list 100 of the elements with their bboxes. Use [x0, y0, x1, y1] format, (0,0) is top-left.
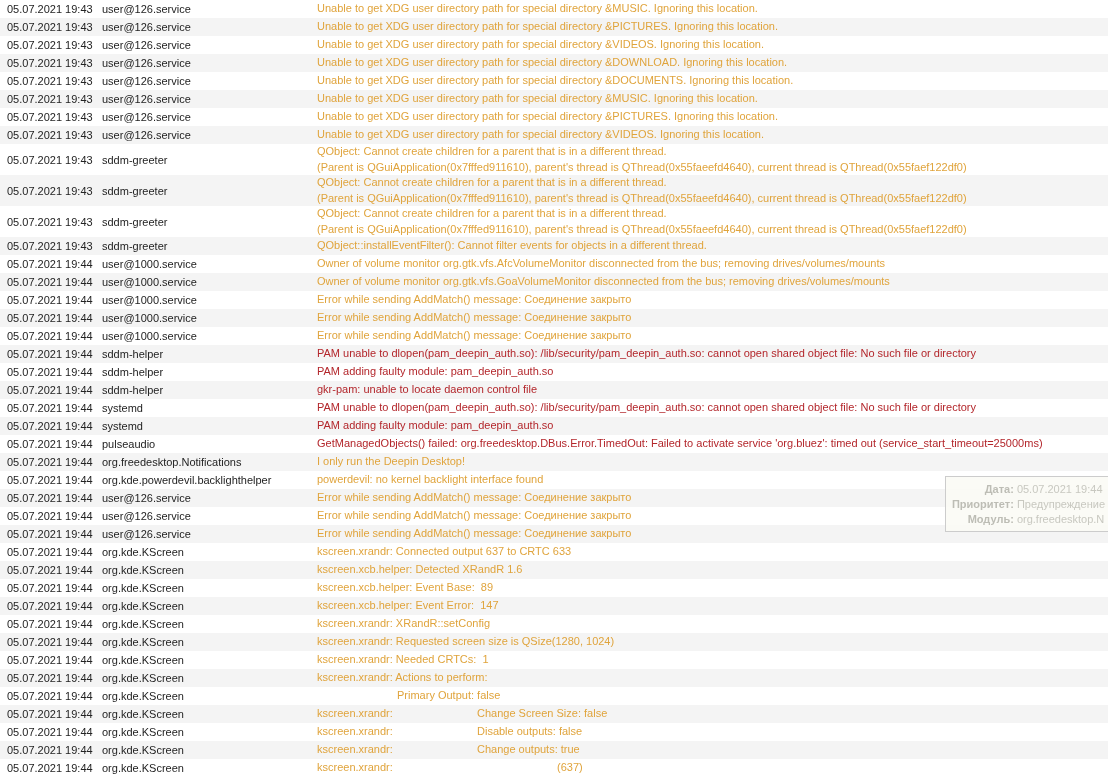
- log-message: kscreen.xrandr: Actions to perform:: [317, 670, 488, 686]
- tooltip-label: Модуль:: [966, 513, 1014, 525]
- log-message: I only run the Deepin Desktop!: [317, 454, 465, 470]
- log-source: sddm-greeter: [102, 184, 169, 197]
- log-message: kscreen.xrandr: XRandR::setConfig: [317, 616, 491, 632]
- log-message: Unable to get XDG user directory path for special directory &DOWNLOAD. Ignoring this location.: [317, 55, 788, 71]
- log-source: sddm-helper: [102, 384, 165, 396]
- log-source: sddm-greeter: [102, 153, 169, 166]
- log-source: user@126.service: [102, 75, 192, 87]
- log-source: org.kde.KScreen: [102, 726, 185, 738]
- log-date: 05.07.2021 19:44: [6, 276, 94, 288]
- log-message: Error while sending AddMatch() message: Соединение закрыто: [317, 490, 632, 506]
- log-source: user@1000.service: [102, 312, 198, 324]
- log-date: 05.07.2021 19:44: [6, 528, 94, 540]
- log-source: user@126.service: [102, 111, 192, 123]
- log-source: pulseaudio: [102, 438, 157, 450]
- log-date: 05.07.2021 19:43: [6, 75, 94, 87]
- log-source: org.kde.KScreen: [102, 654, 185, 666]
- log-source: org.kde.KScreen: [102, 744, 185, 756]
- log-date: 05.07.2021 19:44: [6, 402, 94, 414]
- log-message: QObject: Cannot create children for a parent that is in a different thread. (Parent is QGuiApplication(0x7fffed911610), parent's thread is QThread(0x55faeefd4640), current thread is QThread(0x55faef122df0): [317, 144, 967, 175]
- log-date: 05.07.2021 19:44: [6, 582, 94, 594]
- log-message: Unable to get XDG user directory path for special directory &PICTURES. Ignoring this location.: [317, 19, 778, 35]
- log-message: kscreen.xrandr: (637): [317, 760, 583, 776]
- log-message: Unable to get XDG user directory path for special directory &VIDEOS. Ignoring this location.: [317, 127, 764, 143]
- log-source: user@126.service: [102, 3, 192, 15]
- log-message: Error while sending AddMatch() message: Соединение закрыто: [317, 508, 632, 524]
- log-source: user@126.service: [102, 93, 192, 105]
- log-message: QObject: Cannot create children for a parent that is in a different thread. (Parent is QGuiApplication(0x7fffed911610), parent's thread is QThread(0x55faeefd4640), current thread is QThread(0x55faef122df0): [317, 206, 967, 237]
- log-message: kscreen.xrandr: Change outputs: true: [317, 742, 580, 758]
- log-date: 05.07.2021 19:43: [6, 39, 94, 51]
- log-date: 05.07.2021 19:44: [6, 474, 94, 486]
- log-date: 05.07.2021 19:44: [6, 510, 94, 522]
- log-message: Primary Output: false: [396, 688, 501, 704]
- log-source: user@126.service: [102, 492, 192, 504]
- log-message: GetManagedObjects() failed: org.freedesktop.DBus.Error.TimedOut: Failed to activate service 'org.bluez': timed out (service_start_timeout=25000ms): [317, 436, 1043, 452]
- log-source: user@1000.service: [102, 276, 198, 288]
- log-date: 05.07.2021 19:44: [6, 762, 94, 774]
- log-date: 05.07.2021 19:43: [6, 111, 94, 123]
- log-date: 05.07.2021 19:43: [6, 215, 94, 228]
- log-date: 05.07.2021 19:44: [6, 672, 94, 684]
- log-date: 05.07.2021 19:43: [6, 3, 94, 15]
- log-message: kscreen.xcb.helper: Event Base: 89: [317, 580, 494, 596]
- log-message: Owner of volume monitor org.gtk.vfs.AfcVolumeMonitor disconnected from the bus; removing drives/volumes/mounts: [317, 256, 885, 272]
- log-date: 05.07.2021 19:43: [6, 240, 94, 252]
- log-message: kscreen.xrandr: Requested screen size is QSize(1280, 1024): [317, 634, 615, 650]
- log-message: kscreen.xrandr: Change Screen Size: false: [317, 706, 608, 722]
- log-source: sddm-greeter: [102, 215, 169, 228]
- log-message: QObject: Cannot create children for a parent that is in a different thread. (Parent is QGuiApplication(0x7fffed911610), parent's thread is QThread(0x55faeefd4640), current thread is QThread(0x55faef122df0): [317, 175, 967, 206]
- log-source: systemd: [102, 420, 144, 432]
- log-message: Unable to get XDG user directory path for special directory &MUSIC. Ignoring this location.: [317, 1, 758, 17]
- log-source: user@126.service: [102, 510, 192, 522]
- log-message: PAM unable to dlopen(pam_deepin_auth.so): /lib/security/pam_deepin_auth.so: cannot open shared object file: No such file or directory: [317, 346, 976, 362]
- log-date: 05.07.2021 19:44: [6, 330, 94, 342]
- log-date: 05.07.2021 19:44: [6, 564, 94, 576]
- log-date: 05.07.2021 19:43: [6, 184, 94, 197]
- log-source: org.freedesktop.Notifications: [102, 456, 243, 468]
- log-date: 05.07.2021 19:43: [6, 57, 94, 69]
- log-source: user@1000.service: [102, 258, 198, 270]
- log-date: 05.07.2021 19:44: [6, 654, 94, 666]
- log-message: powerdevil: no kernel backlight interface found: [317, 472, 544, 488]
- log-message: kscreen.xrandr: Connected output 637 to CRTC 633: [317, 544, 572, 560]
- log-message: Unable to get XDG user directory path for special directory &MUSIC. Ignoring this location.: [317, 91, 758, 107]
- log-date: 05.07.2021 19:44: [6, 492, 94, 504]
- log-source: org.kde.powerdevil.backlighthelper: [102, 474, 273, 486]
- log-source: user@1000.service: [102, 330, 198, 342]
- log-message: kscreen.xcb.helper: Event Error: 147: [317, 598, 499, 614]
- log-message: PAM adding faulty module: pam_deepin_auth.so: [317, 364, 554, 380]
- log-message: Error while sending AddMatch() message: Соединение закрыто: [317, 328, 632, 344]
- log-source: user@126.service: [102, 39, 192, 51]
- log-source: org.kde.KScreen: [102, 708, 185, 720]
- log-source: org.kde.KScreen: [102, 546, 185, 558]
- log-date: 05.07.2021 19:44: [6, 348, 94, 360]
- log-date: 05.07.2021 19:44: [6, 546, 94, 558]
- log-date: 05.07.2021 19:44: [6, 438, 94, 450]
- log-message: kscreen.xcb.helper: Detected XRandR 1.6: [317, 562, 523, 578]
- log-date: 05.07.2021 19:44: [6, 258, 94, 270]
- log-date: 05.07.2021 19:44: [6, 420, 94, 432]
- log-message: Unable to get XDG user directory path for special directory &DOCUMENTS. Ignoring this location.: [317, 73, 794, 89]
- log-date: 05.07.2021 19:43: [6, 21, 94, 33]
- log-message: gkr-pam: unable to locate daemon control file: [317, 382, 538, 398]
- log-source: org.kde.KScreen: [102, 762, 185, 774]
- log-source: org.kde.KScreen: [102, 672, 185, 684]
- log-date: 05.07.2021 19:44: [6, 456, 94, 468]
- log-date: 05.07.2021 19:44: [6, 744, 94, 756]
- log-source: user@126.service: [102, 528, 192, 540]
- log-source: org.kde.KScreen: [102, 618, 185, 630]
- tooltip-label: Приоритет:: [951, 498, 1014, 510]
- log-date: 05.07.2021 19:44: [6, 312, 94, 324]
- log-source: sddm-helper: [102, 366, 165, 378]
- log-message: QObject::installEventFilter(): Cannot filter events for objects in a different thread.: [317, 238, 707, 254]
- log-source: user@126.service: [102, 57, 192, 69]
- log-date: 05.07.2021 19:44: [6, 726, 94, 738]
- log-date: 05.07.2021 19:44: [6, 600, 94, 612]
- log-date: 05.07.2021 19:44: [6, 708, 94, 720]
- log-source: org.kde.KScreen: [102, 564, 185, 576]
- log-message: Error while sending AddMatch() message: Соединение закрыто: [317, 310, 632, 326]
- log-message: Error while sending AddMatch() message: Соединение закрыто: [317, 526, 632, 542]
- log-source: org.kde.KScreen: [102, 636, 185, 648]
- log-message: Owner of volume monitor org.gtk.vfs.GoaVolumeMonitor disconnected from the bus; removing drives/volumes/mounts: [317, 274, 890, 290]
